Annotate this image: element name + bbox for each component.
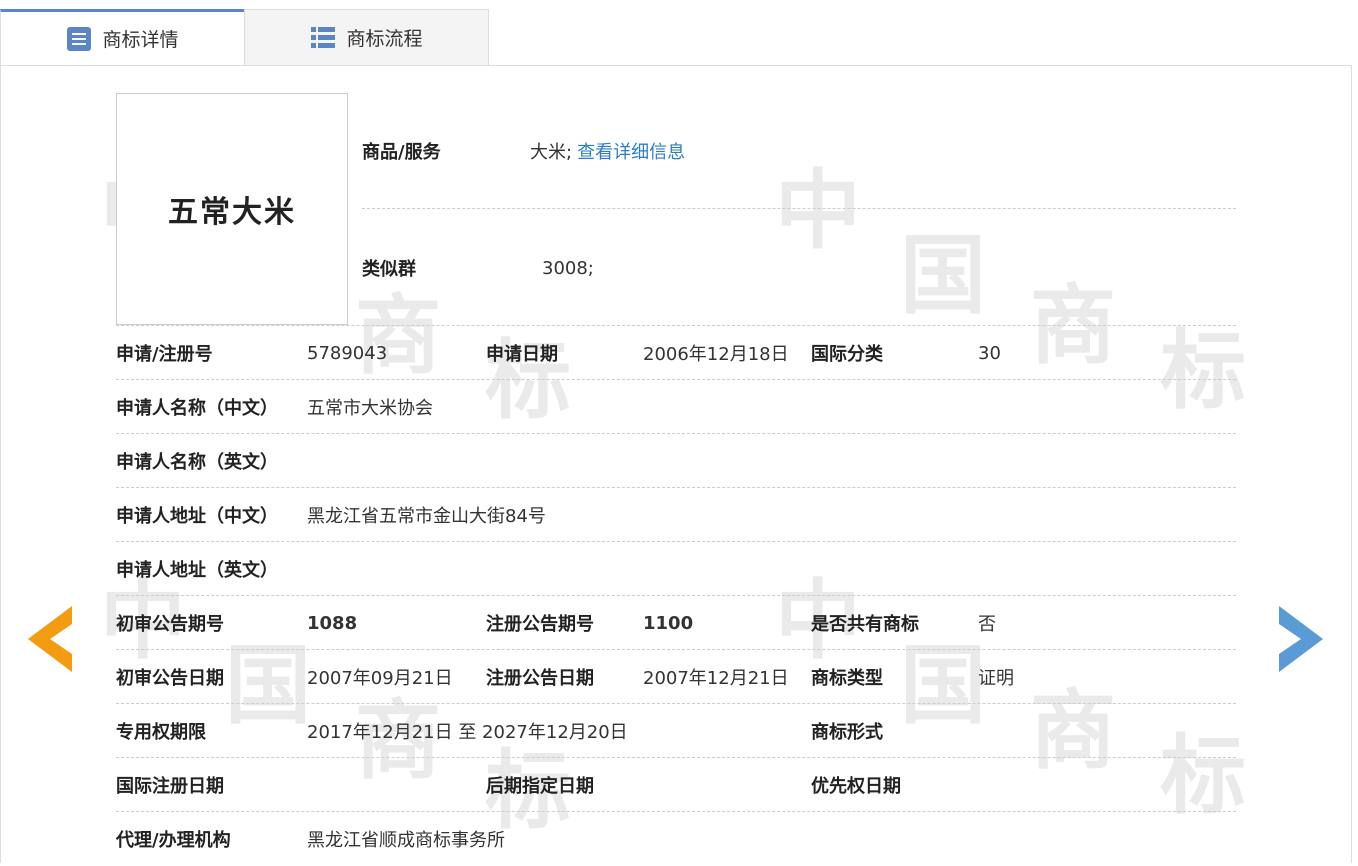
similar-group-row: 类似群 3008;: [362, 243, 1236, 293]
tab-trademark-details[interactable]: 商标详情: [0, 9, 244, 65]
field-label: 国际分类: [811, 344, 883, 365]
field-value: 黑龙江省顺成商标事务所: [307, 830, 505, 851]
tab-label: 商标流程: [346, 28, 423, 50]
field-value: 证明: [978, 668, 1014, 689]
field-label: 初审公告期号: [116, 614, 224, 635]
detail-row: 申请人地址（中文） 黑龙江省五常市金山大街84号: [116, 488, 1236, 542]
trademark-logo-text: 五常大米: [168, 195, 296, 230]
list-bullets-icon: [310, 25, 336, 51]
field-label: 商标形式: [811, 722, 883, 743]
field-value: 2006年12月18日: [643, 344, 789, 365]
field-label: 专用权期限: [116, 722, 206, 743]
field-value: 黑龙江省五常市金山大街84号: [307, 506, 546, 527]
detail-row: 申请/注册号 5789043 申请日期 2006年12月18日 国际分类 30: [116, 326, 1236, 380]
field-value: 1100: [643, 612, 694, 634]
field-value: 30: [978, 342, 1001, 364]
detail-row: 专用权期限 2017年12月21日 至 2027年12月20日 商标形式: [116, 704, 1236, 758]
field-label: 申请人地址（英文）: [116, 560, 278, 581]
field-value: 5789043: [307, 342, 388, 364]
field-label: 申请人地址（中文）: [116, 506, 278, 527]
next-button[interactable]: [1279, 606, 1323, 676]
field-label: 申请人名称（中文）: [116, 398, 278, 419]
field-label: 代理/办理机构: [116, 830, 231, 851]
detail-row: 申请人地址（英文）: [116, 542, 1236, 596]
field-label: 商标类型: [811, 668, 883, 689]
field-value: 2007年12月21日: [643, 668, 789, 689]
detail-row: 初审公告期号 1088 注册公告期号 1100 是否共有商标 否: [116, 596, 1236, 650]
divider: [362, 208, 1236, 209]
field-label: 申请人名称（英文）: [116, 452, 278, 473]
detail-row: 代理/办理机构 黑龙江省顺成商标事务所: [116, 812, 1236, 866]
field-label: 申请/注册号: [116, 344, 213, 365]
field-label: 优先权日期: [811, 776, 901, 797]
tab-bar: 商标详情 商标流程: [0, 9, 490, 66]
field-value: 1088: [307, 612, 358, 634]
field-label: 注册公告日期: [486, 668, 594, 689]
prev-button[interactable]: [28, 606, 72, 676]
similar-group-label: 类似群: [362, 259, 416, 280]
field-label: 申请日期: [486, 344, 558, 365]
next-arrow-icon: [1279, 606, 1323, 672]
goods-services-value: 大米;: [530, 142, 573, 163]
field-label: 后期指定日期: [486, 776, 594, 797]
detail-row: 国际注册日期 后期指定日期 优先权日期: [116, 758, 1236, 812]
field-value: 否: [978, 614, 996, 635]
field-value: 2007年09月21日: [307, 668, 453, 689]
field-value: 五常市大米协会: [307, 398, 433, 419]
detail-row: 初审公告日期 2007年09月21日 注册公告日期 2007年12月21日 商标类型 证明: [116, 650, 1236, 704]
field-label: 初审公告日期: [116, 668, 224, 689]
goods-services-label: 商品/服务: [362, 142, 441, 163]
view-details-link[interactable]: 查看详细信息: [577, 138, 685, 164]
goods-services-row: 商品/服务 大米; 查看详细信息: [362, 126, 1236, 176]
trademark-image: 五常大米: [116, 93, 348, 325]
tab-trademark-process[interactable]: 商标流程: [244, 9, 489, 65]
detail-row: 申请人名称（中文） 五常市大米协会: [116, 380, 1236, 434]
detail-row: 申请人名称（英文）: [116, 434, 1236, 488]
field-label: 国际注册日期: [116, 776, 224, 797]
list-doc-icon: [66, 26, 92, 52]
prev-arrow-icon: [28, 606, 72, 672]
similar-group-value: 3008;: [542, 257, 594, 279]
field-value: 2017年12月21日 至 2027年12月20日: [307, 722, 628, 743]
tab-label: 商标详情: [102, 29, 179, 51]
field-label: 注册公告期号: [486, 614, 594, 635]
field-label: 是否共有商标: [811, 614, 919, 635]
